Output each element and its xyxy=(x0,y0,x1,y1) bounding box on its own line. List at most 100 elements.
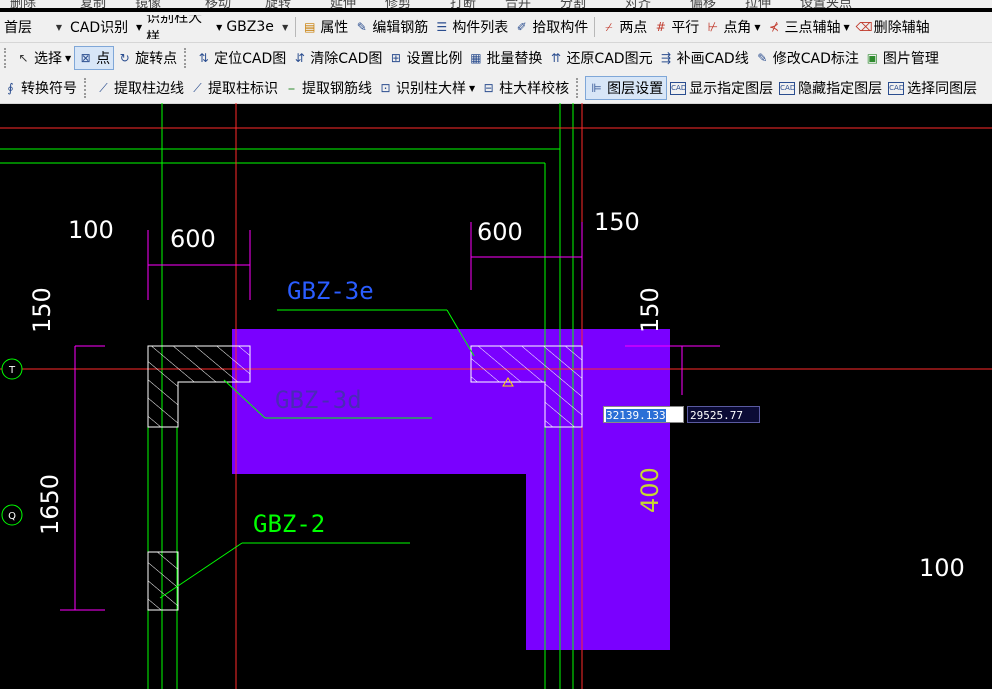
toolbar-item[interactable]: 拉伸 xyxy=(745,0,771,8)
dim-text: 100 xyxy=(68,216,114,244)
toolbar-grip[interactable] xyxy=(184,48,190,68)
modify-cad-dim-label: 修改CAD标注 xyxy=(772,51,859,67)
toolbar-item[interactable]: 旋转 xyxy=(265,0,291,8)
component-list-button[interactable]: ☰ 构件列表 xyxy=(431,15,511,39)
select-button[interactable]: ↖ 选择 ▼ xyxy=(13,46,74,70)
restore-icon: ⇈ xyxy=(550,50,561,65)
extract-rebar-line-button[interactable]: ⎯ 提取钢筋线 xyxy=(281,76,375,100)
chevron-down-icon: ▼ xyxy=(282,22,289,32)
label-gbz-3d[interactable]: GBZ-3d xyxy=(275,386,362,414)
properties-label: 属性 xyxy=(320,20,349,36)
axis-marker-t[interactable]: T xyxy=(1,358,23,380)
toolbar-item[interactable]: 偏移 xyxy=(690,0,716,8)
locate-icon: ⇅ xyxy=(198,50,209,65)
clear-cad-button[interactable]: ⇵ 清除CAD图 xyxy=(289,46,385,70)
delete-axis-icon: ⌫ xyxy=(855,19,873,34)
chevron-down-icon: ▼ xyxy=(55,22,62,32)
coord-x-input[interactable]: 32139.133 xyxy=(603,406,684,423)
extract-col-edge-button[interactable]: ⟋ 提取柱边线 xyxy=(93,76,187,100)
show-layer-button[interactable]: CAD 显示指定图层 xyxy=(667,76,776,100)
draw-line-icon: ⇶ xyxy=(661,50,672,65)
rotate-point-button[interactable]: ↻ 旋转点 xyxy=(114,46,180,70)
toolbar-item[interactable]: 复制 xyxy=(80,0,106,8)
locate-cad-button[interactable]: ⇅ 定位CAD图 xyxy=(193,46,289,70)
dim-text: 1650 xyxy=(36,474,64,535)
dim-text: 150 xyxy=(594,208,640,236)
delete-axis-button[interactable]: ⌫ 删除辅轴 xyxy=(853,15,933,39)
toolbar-grip[interactable] xyxy=(4,48,10,68)
replace-icon: ▦ xyxy=(470,50,482,65)
point-label: 点 xyxy=(96,51,111,67)
two-point-icon: ⌿ xyxy=(605,19,613,34)
label-gbz-3e[interactable]: GBZ-3e xyxy=(287,277,374,305)
locate-cad-label: 定位CAD图 xyxy=(214,51,287,67)
cad-canvas[interactable]: T Q 100 600 600 150 150 1650 400 100 150… xyxy=(0,103,992,689)
select-same-layer-button[interactable]: CAD 选择同图层 xyxy=(885,76,980,100)
axis-marker-q[interactable]: Q xyxy=(1,504,23,526)
toolbar-row-1: 首层 ▼ CAD识别 ▼ 识别柱大样 ▼ GBZ3e ▼ ▤ 属性 ✎ 编辑钢筋 ☰ 构件列表… xyxy=(0,12,992,43)
cad-recog-value: CAD识别 xyxy=(70,20,129,36)
column-gbz-2[interactable] xyxy=(147,551,179,611)
set-scale-button[interactable]: ⊞ 设置比例 xyxy=(385,46,465,70)
properties-button[interactable]: ▤ 属性 xyxy=(299,15,351,39)
draw-cad-line-button[interactable]: ⇶ 补画CAD线 xyxy=(656,46,752,70)
cad-recog-select[interactable]: CAD识别 xyxy=(66,15,136,39)
three-point-axis-label: 三点辅轴 xyxy=(784,20,841,36)
two-point-button[interactable]: ⌿ 两点 xyxy=(598,15,650,39)
point-icon: ⊠ xyxy=(80,50,91,65)
toolbar-item[interactable]: 延伸 xyxy=(330,0,356,8)
toolbar-item[interactable]: 删除 xyxy=(10,0,36,8)
floor-select[interactable]: 首层 ▼ xyxy=(0,15,66,39)
point-angle-icon: ⊬ xyxy=(707,19,719,34)
recog-col-detail-button[interactable]: ⊡ 识别柱大样 ▼ xyxy=(375,76,478,100)
col-detail-check-button[interactable]: ⊟ 柱大样校核 xyxy=(478,76,572,100)
dim-text: 150 xyxy=(636,287,664,333)
three-point-axis-button[interactable]: ⊀ 三点辅轴 ▼ xyxy=(763,15,852,39)
toolbar-grip[interactable] xyxy=(84,78,90,98)
extract-col-mark-button[interactable]: ⟋ 提取柱标识 xyxy=(187,76,281,100)
modify-cad-dim-button[interactable]: ✎ 修改CAD标注 xyxy=(752,46,862,70)
edit-rebar-button[interactable]: ✎ 编辑钢筋 xyxy=(351,15,431,39)
toolbar-grip[interactable] xyxy=(576,78,582,98)
recog-col-detail-label: 识别柱大样 xyxy=(396,81,466,97)
pick-component-button[interactable]: ✐ 拾取构件 xyxy=(511,15,591,39)
layer-settings-button[interactable]: ⊫ 图层设置 xyxy=(585,76,668,100)
toolbar-item[interactable]: 设置夹点 xyxy=(800,0,852,8)
toolbar-item[interactable]: 镜像 xyxy=(135,0,161,8)
toolbar-row-2: ↖ 选择 ▼ ⊠ 点 ↻ 旋转点 ⇅ 定位CAD图 ⇵ 清除CAD图 ⊞ 设置比例 ▦ 批量替换… xyxy=(0,43,992,74)
toolbar-item[interactable]: 分割 xyxy=(560,0,586,8)
show-layer-label: 显示指定图层 xyxy=(689,81,774,97)
toolbar-item[interactable]: 移动 xyxy=(205,0,231,8)
separator xyxy=(594,17,596,37)
point-angle-button[interactable]: ⊬ 点角 ▼ xyxy=(702,15,763,39)
symbol-icon: ∮ xyxy=(7,80,14,95)
component-select[interactable]: GBZ3e ▼ xyxy=(222,15,292,39)
coord-y-input[interactable]: 29525.77 xyxy=(687,406,760,423)
dim-text: 600 xyxy=(477,218,523,246)
image-manage-button[interactable]: ▣ 图片管理 xyxy=(862,46,942,70)
axis-marker-t-label: T xyxy=(8,365,16,376)
toolbar-item[interactable]: 合并 xyxy=(505,0,531,8)
cad-icon: CAD xyxy=(779,81,795,95)
recog-col-value: 识别柱大样 xyxy=(146,15,203,39)
rotate-icon: ↻ xyxy=(119,50,130,65)
scale-icon: ⊞ xyxy=(390,50,401,65)
toolbar-item[interactable]: 打断 xyxy=(450,0,476,8)
chevron-down-icon: ▼ xyxy=(469,83,476,93)
convert-symbol-button[interactable]: ∮ 转换符号 xyxy=(0,76,80,100)
label-gbz-2[interactable]: GBZ-2 xyxy=(253,510,325,538)
draw-cad-line-label: 补画CAD线 xyxy=(676,51,749,67)
restore-cad-button[interactable]: ⇈ 还原CAD图元 xyxy=(545,46,655,70)
pick-component-label: 拾取构件 xyxy=(532,20,589,36)
point-button[interactable]: ⊠ 点 xyxy=(74,46,115,70)
toolbar-item[interactable]: 修剪 xyxy=(385,0,411,8)
extract-mark-icon: ⟋ xyxy=(193,80,202,95)
toolbar-item[interactable]: 对齐 xyxy=(625,0,651,8)
col-detail-check-label: 柱大样校核 xyxy=(499,81,570,97)
parallel-button[interactable]: # 平行 xyxy=(650,15,702,39)
hide-layer-button[interactable]: CAD 隐藏指定图层 xyxy=(776,76,885,100)
batch-replace-button[interactable]: ▦ 批量替换 xyxy=(465,46,545,70)
recog-col-select[interactable]: 识别柱大样 xyxy=(142,15,216,39)
column-fill-region[interactable] xyxy=(232,329,670,650)
modify-dim-icon: ✎ xyxy=(757,50,768,65)
